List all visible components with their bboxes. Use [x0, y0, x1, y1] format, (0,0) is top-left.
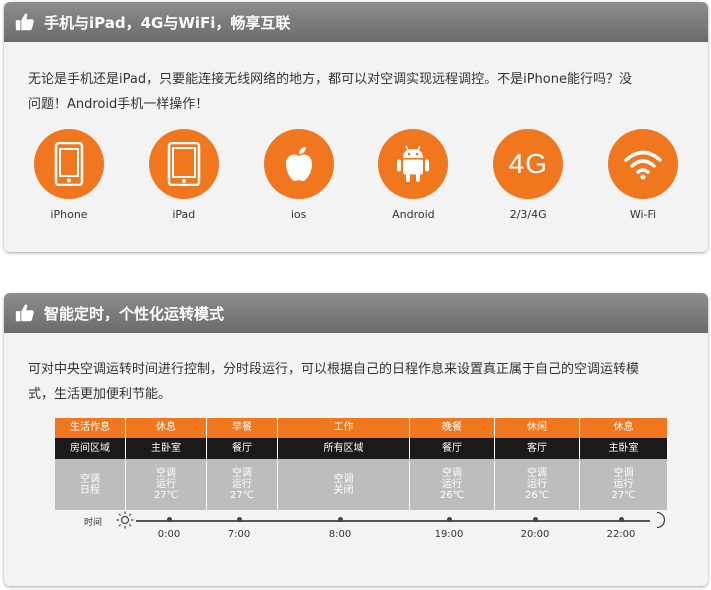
timeline-tick [338, 517, 343, 522]
area-cell: 所有区域 [278, 438, 409, 459]
timeline-time: 20:00 [520, 529, 550, 540]
device-ios: ios [254, 129, 344, 221]
apple-icon [285, 147, 312, 181]
timeline-tick [619, 517, 624, 522]
activity-cell: 晚餐 [410, 418, 494, 438]
schedule-title: 智能定时，个性化运转模式 [44, 304, 225, 323]
connectivity-header: 手机与iPad，4G与WiFi，畅享互联 [4, 2, 708, 42]
schedule-column: 休息 主卧室 空调 运行 27℃ [580, 418, 667, 510]
schedule-card: 智能定时，个性化运转模式 可对中央空调运转时间进行控制，分时段运行，可以根据自己… [4, 293, 708, 586]
device-label-ios: ios [290, 208, 307, 221]
timeline-time: 0:00 [157, 529, 181, 540]
desc-line-1: 可对中央空调运转时间进行控制，分时段运行，可以根据自己的日程作息来设置真正属于自… [28, 362, 640, 377]
activity-cell: 工作 [278, 418, 409, 438]
schedule-column: 晚餐 餐厅 空调 运行 26℃ [410, 418, 494, 510]
area-cell: 主卧室 [580, 438, 667, 459]
activity-cell: 休闲 [495, 418, 579, 438]
device-ipad: iPad [139, 129, 229, 221]
schedule-column: 休闲 客厅 空调 运行 26℃ [495, 418, 579, 510]
desc-line-1: 无论是手机还是iPad，只要能连接无线网络的地方，都可以对空调实现远程调控。不是… [28, 72, 632, 87]
wifi-icon [624, 150, 662, 180]
tablet-icon [167, 142, 201, 186]
area-cell: 餐厅 [207, 438, 277, 459]
thumbs-up-icon [15, 304, 34, 322]
timeline-time: 8:00 [328, 529, 352, 540]
phone-icon [54, 142, 84, 186]
timeline-time: 19:00 [434, 529, 464, 540]
thumbs-up-icon [15, 13, 34, 31]
timeline-axis [136, 520, 650, 522]
timeline-tick [237, 517, 242, 522]
timeline-tick [447, 517, 452, 522]
device-label-android: Android [392, 208, 435, 221]
device-label-iphone: iPhone [50, 208, 88, 221]
schedule-column: 早餐 餐厅 空调 运行 27℃ [207, 418, 277, 510]
device-label-4g: 2/3/4G [509, 208, 547, 221]
device-iphone: iPhone [24, 129, 114, 221]
schedule-header-column: 生活作息 房间区域 空调 日程 [55, 418, 125, 510]
desc-line-2: 式，生活更加便利节能。 [28, 387, 172, 402]
timeline-label: 时间 [84, 518, 103, 528]
area-cell: 客厅 [495, 438, 579, 459]
activity-cell: 休息 [126, 418, 206, 438]
timeline-time: 22:00 [606, 529, 636, 540]
desc-line-2: 问题！Android手机一样操作！ [28, 97, 209, 112]
device-icons: iPhone iPad ios Android 4G 2/3/4G Wi-Fi [24, 129, 688, 221]
connectivity-title: 手机与iPad，4G与WiFi，畅享互联 [44, 13, 291, 32]
timeline-time: 7:00 [227, 529, 251, 540]
schedule-column: 休息 主卧室 空调 运行 27℃ [126, 418, 206, 510]
sun-icon [116, 511, 134, 529]
area-cell: 主卧室 [126, 438, 206, 459]
device-wifi: Wi-Fi [598, 129, 688, 221]
4g-icon: 4G [508, 148, 548, 179]
timeline-tick [533, 517, 538, 522]
activity-cell: 休息 [580, 418, 667, 438]
connectivity-description: 无论是手机还是iPad，只要能连接无线网络的地方，都可以对空调实现远程调控。不是… [28, 67, 684, 117]
schedule-table: 生活作息 房间区域 空调 日程 休息 主卧室 空调 运行 27℃ 早餐 餐厅 空调 运行… [55, 418, 667, 510]
schedule-header: 智能定时，个性化运转模式 [4, 293, 708, 333]
device-label-wifi: Wi-Fi [629, 208, 657, 221]
device-android: Android [368, 129, 458, 221]
device-label-ipad: iPad [172, 208, 196, 221]
connectivity-card: 手机与iPad，4G与WiFi，畅享互联 无论是手机还是iPad，只要能连接无线… [4, 2, 708, 252]
android-icon [397, 145, 430, 182]
header-area: 房间区域 [55, 438, 125, 459]
header-activity: 生活作息 [55, 418, 125, 438]
timeline: 时间 0:00 7:00 8:00 19:00 20:00 22:00 [4, 503, 708, 543]
moon-icon [656, 511, 666, 529]
activity-cell: 早餐 [207, 418, 277, 438]
area-cell: 餐厅 [410, 438, 494, 459]
device-4g: 4G 2/3/4G [483, 129, 573, 221]
schedule-column: 工作 所有区域 空调 关闭 [278, 418, 409, 510]
timeline-tick [167, 517, 172, 522]
schedule-description: 可对中央空调运转时间进行控制，分时段运行，可以根据自己的日程作息来设置真正属于自… [28, 357, 684, 407]
